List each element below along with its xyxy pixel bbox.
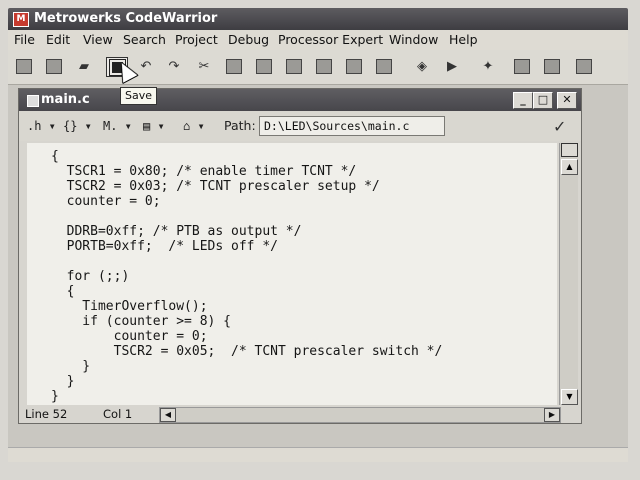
- menu-bar: File Edit View Search Project Debug Proc…: [8, 30, 628, 50]
- horizontal-scrollbar[interactable]: ◀ ▶: [159, 407, 561, 423]
- menu-help[interactable]: Help: [449, 30, 478, 50]
- cut-icon[interactable]: ✂: [194, 57, 214, 75]
- header-files-label: .h: [27, 119, 42, 133]
- app-title: Metrowerks CodeWarrior: [34, 11, 218, 26]
- path-field[interactable]: D:\LED\Sources\main.c: [259, 116, 445, 136]
- editor-titlebar[interactable]: main.c _ □ ✕: [19, 89, 581, 111]
- set-breakpoint-icon[interactable]: [314, 57, 334, 75]
- save-tooltip: Save: [120, 87, 158, 105]
- document-settings-label: ▤: [143, 119, 151, 133]
- app-titlebar: M Metrowerks CodeWarrior: [8, 8, 628, 30]
- menu-debug[interactable]: Debug: [228, 30, 269, 50]
- editor-statusbar: Line 52 Col 1 ◀ ▶: [19, 405, 581, 423]
- code-line: counter = 0;: [51, 329, 208, 344]
- code-line: }: [51, 359, 91, 374]
- header-files-menu[interactable]: .h ▾: [27, 117, 56, 135]
- codewarrior-icon: M: [13, 12, 29, 27]
- processor-expert-icon[interactable]: ✦: [478, 57, 498, 75]
- editor-toolbar: .h ▾ {} ▾ M. ▾ ▤ ▾ ⌂ ▾ Path: D:\LED\Sour…: [19, 111, 581, 141]
- column-number: Col 1: [103, 407, 133, 421]
- menu-edit[interactable]: Edit: [46, 30, 70, 50]
- line-number: Line 52: [25, 407, 68, 421]
- maximize-button[interactable]: □: [533, 92, 553, 109]
- new-project-icon[interactable]: [44, 57, 64, 75]
- code-line: {: [51, 149, 59, 164]
- code-editor[interactable]: { TSCR1 = 0x80; /* enable timer TCNT */ …: [27, 143, 557, 405]
- run-icon[interactable]: ▶: [442, 57, 462, 75]
- editor-window: main.c _ □ ✕ .h ▾ {} ▾ M. ▾ ▤ ▾ ⌂ ▾ Path…: [18, 88, 582, 424]
- code-line: TSCR2 = 0x03; /* TCNT prescaler setup */: [51, 179, 380, 194]
- document-settings-menu[interactable]: ▤ ▾: [143, 117, 165, 135]
- undo-icon[interactable]: ↶: [136, 57, 156, 75]
- make-icon[interactable]: [374, 57, 394, 75]
- menu-project[interactable]: Project: [175, 30, 218, 50]
- menu-file[interactable]: File: [14, 30, 35, 50]
- scroll-right-arrow-icon[interactable]: ▶: [544, 408, 560, 422]
- app-status-bar: [8, 447, 628, 462]
- code-line: if (counter >= 8) {: [51, 314, 232, 329]
- code-line: }: [51, 374, 75, 389]
- code-line: counter = 0;: [51, 194, 161, 209]
- code-line: }: [51, 389, 59, 404]
- code-line: DDRB=0xff; /* PTB as output */: [51, 224, 302, 239]
- redo-icon[interactable]: ↷: [164, 57, 184, 75]
- version-control-menu[interactable]: ⌂ ▾: [183, 117, 205, 135]
- vertical-scrollbar[interactable]: ▲ ▼: [559, 143, 578, 405]
- function-menu[interactable]: {} ▾: [63, 117, 92, 135]
- code-line: TSCR2 = 0x05; /* TCNT prescaler switch *…: [51, 344, 443, 359]
- code-line: TimerOverflow();: [51, 299, 208, 314]
- main-toolbar: ▰ ↶ ↷ ✂ ◈ ▶ ✦: [8, 50, 628, 85]
- close-button[interactable]: ✕: [557, 92, 577, 109]
- editor-title: main.c: [41, 92, 90, 107]
- scroll-up-arrow-icon[interactable]: ▲: [561, 159, 578, 175]
- scroll-down-arrow-icon[interactable]: ▼: [561, 389, 578, 405]
- document-icon: [27, 95, 39, 107]
- menu-window[interactable]: Window: [389, 30, 438, 50]
- minimize-button[interactable]: _: [513, 92, 533, 109]
- inspector-icon[interactable]: [542, 57, 562, 75]
- version-control-label: ⌂: [183, 119, 191, 133]
- code-line: for (;;): [51, 269, 130, 284]
- bean-selector-icon[interactable]: [574, 57, 594, 75]
- debug-icon[interactable]: ◈: [412, 57, 432, 75]
- function-menu-label: {}: [63, 119, 78, 133]
- checkmark-icon[interactable]: ✓: [553, 117, 566, 136]
- code-line: {: [51, 284, 75, 299]
- markers-menu[interactable]: M. ▾: [103, 117, 132, 135]
- markers-menu-label: M.: [103, 119, 118, 133]
- paste-icon[interactable]: [254, 57, 274, 75]
- open-folder-icon[interactable]: ▰: [74, 57, 94, 75]
- copy-icon[interactable]: [224, 57, 244, 75]
- component-icon[interactable]: [512, 57, 532, 75]
- code-line: PORTB=0xff; /* LEDs off */: [51, 239, 278, 254]
- compile-icon[interactable]: [344, 57, 364, 75]
- find-icon[interactable]: [284, 57, 304, 75]
- menu-processor-expert[interactable]: Processor Expert: [278, 30, 383, 50]
- menu-search[interactable]: Search: [123, 30, 166, 50]
- menu-view[interactable]: View: [83, 30, 113, 50]
- code-line: TSCR1 = 0x80; /* enable timer TCNT */: [51, 164, 357, 179]
- pane-splitter[interactable]: [561, 143, 578, 157]
- scroll-left-arrow-icon[interactable]: ◀: [160, 408, 176, 422]
- new-text-file-icon[interactable]: [14, 57, 34, 75]
- path-label: Path:: [224, 118, 256, 133]
